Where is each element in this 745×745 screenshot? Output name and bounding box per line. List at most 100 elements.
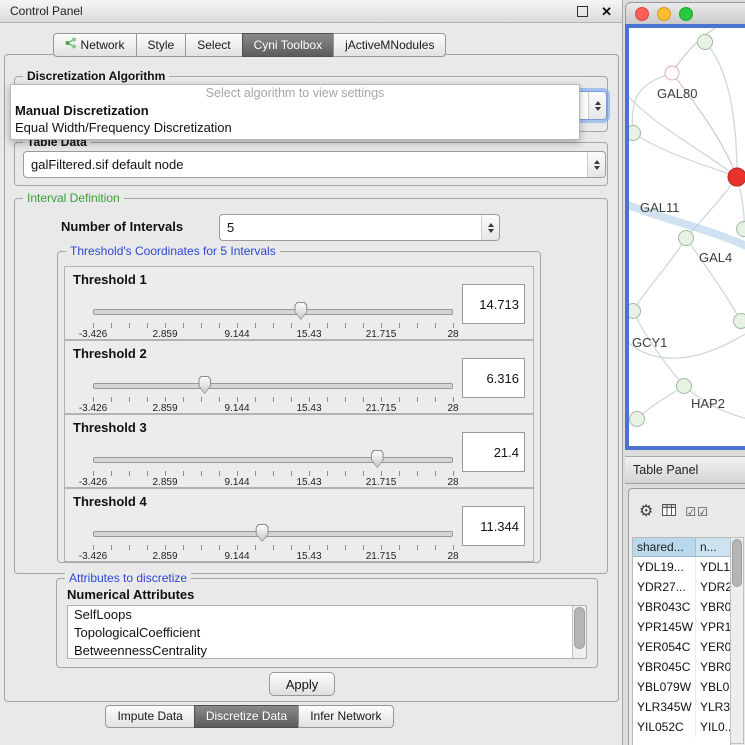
table-row[interactable]: YIL052CYIL0... — [633, 717, 730, 737]
screen: Control Panel ✕ Network Style Select — [0, 0, 745, 745]
tab-label: Infer Network — [310, 709, 381, 723]
threshold-slider[interactable] — [93, 375, 453, 395]
network-node[interactable] — [678, 230, 694, 246]
table-cell[interactable]: YDL1... — [696, 557, 730, 577]
column-header[interactable]: n... — [696, 538, 730, 556]
slider-track[interactable] — [93, 309, 453, 315]
list-scrollbar[interactable] — [572, 606, 586, 658]
network-node[interactable] — [733, 313, 745, 329]
network-node[interactable] — [736, 221, 745, 237]
slider-track[interactable] — [93, 457, 453, 463]
slider-track[interactable] — [93, 383, 453, 389]
table-cell[interactable]: YBR045C — [633, 657, 696, 677]
table-cell[interactable]: YPR145W — [633, 617, 696, 637]
number-of-intervals-combobox[interactable]: 5 — [219, 214, 500, 241]
table-cell[interactable]: YER0... — [696, 637, 730, 657]
zoom-traffic-light-icon[interactable] — [679, 7, 693, 21]
network-node[interactable] — [728, 168, 745, 187]
scrollbar-thumb[interactable] — [732, 539, 742, 587]
slider-thumb[interactable] — [371, 450, 384, 468]
slider-track[interactable] — [93, 531, 453, 537]
control-panel-window: Control Panel ✕ Network Style Select — [0, 0, 623, 745]
table-cell[interactable]: YLR3... — [696, 697, 730, 717]
table-row[interactable]: YDL19...YDL1... — [633, 557, 730, 577]
table-cell[interactable]: YDR27... — [633, 577, 696, 597]
threshold-label: Threshold 1 — [73, 272, 147, 287]
table-cell[interactable]: YDL19... — [633, 557, 696, 577]
table-row[interactable]: YLR345WYLR3... — [633, 697, 730, 717]
scrollbar-thumb[interactable] — [574, 607, 585, 649]
threshold-slider[interactable] — [93, 523, 453, 543]
table-columns-icon[interactable] — [662, 503, 676, 521]
slider-thumb[interactable] — [294, 302, 307, 320]
numerical-attributes-list[interactable]: SelfLoopsTopologicalCoefficientBetweenne… — [67, 605, 587, 659]
combobox-arrows-icon[interactable] — [481, 215, 499, 240]
tab-infer-network[interactable]: Infer Network — [298, 705, 393, 728]
threshold-value-field[interactable]: 14.713 — [462, 284, 525, 324]
table-data-group: Table Data galFiltered.sif default node — [14, 142, 608, 186]
threshold-label: Threshold 2 — [73, 346, 147, 361]
checkbox-select-icons[interactable]: ☑☑ — [685, 505, 709, 519]
attribute-list-item[interactable]: BetweennessCentrality — [68, 642, 586, 659]
table-panel-window: ⚙ ☑☑ shared... n... YDL19...YDL1...YDR27… — [628, 488, 745, 745]
bottom-tab-bar: Impute Data Discretize Data Infer Networ… — [0, 705, 499, 728]
combobox-arrows-icon[interactable] — [588, 92, 606, 119]
threshold-slider[interactable] — [93, 449, 453, 469]
close-traffic-light-icon[interactable] — [635, 7, 649, 21]
float-window-icon[interactable] — [577, 6, 588, 17]
network-node[interactable] — [697, 34, 713, 50]
table-cell[interactable]: YIL0... — [696, 717, 730, 737]
gear-icon[interactable]: ⚙ — [639, 504, 653, 520]
table-cell[interactable]: YBL0... — [696, 677, 730, 697]
table-row[interactable]: YBR045CYBR0... — [633, 657, 730, 677]
tab-discretize-data[interactable]: Discretize Data — [194, 705, 299, 728]
threshold-value-field[interactable]: 21.4 — [462, 432, 525, 472]
attributes-group-title: Attributes to discretize — [65, 571, 191, 585]
table-row[interactable]: YPR145WYPR1... — [633, 617, 730, 637]
table-cell[interactable]: YBL079W — [633, 677, 696, 697]
table-cell[interactable]: YLR345W — [633, 697, 696, 717]
table-cell[interactable]: YBR0... — [696, 657, 730, 677]
table-row[interactable]: YER054CYER0... — [633, 637, 730, 657]
tab-cyni-toolbox[interactable]: Cyni Toolbox — [242, 33, 334, 57]
table-cell[interactable]: YPR1... — [696, 617, 730, 637]
table-row[interactable]: YBL079WYBL0... — [633, 677, 730, 697]
tab-select[interactable]: Select — [185, 33, 242, 57]
network-node[interactable] — [665, 66, 680, 81]
scale-tick-label: 28 — [447, 477, 458, 488]
combobox-arrows-icon[interactable] — [587, 152, 605, 177]
threshold-slider[interactable] — [93, 301, 453, 321]
threshold-value-field[interactable]: 6.316 — [462, 358, 525, 398]
interval-definition-title: Interval Definition — [23, 191, 124, 205]
table-data-combobox[interactable]: galFiltered.sif default node — [23, 151, 606, 178]
table-cell[interactable]: YBR043C — [633, 597, 696, 617]
minimize-traffic-light-icon[interactable] — [657, 7, 671, 21]
dropdown-placeholder-item[interactable]: Select algorithm to view settings — [11, 85, 579, 102]
slider-ticks — [93, 545, 454, 550]
table-cell[interactable]: YER054C — [633, 637, 696, 657]
dropdown-item-equal-width[interactable]: Equal Width/Frequency Discretization — [11, 119, 579, 136]
table-scrollbar[interactable] — [730, 537, 744, 744]
tab-impute-data[interactable]: Impute Data — [105, 705, 194, 728]
attribute-list-item[interactable]: SelfLoops — [68, 606, 586, 624]
threshold-value-field[interactable]: 11.344 — [462, 506, 525, 546]
close-icon[interactable]: ✕ — [601, 5, 612, 18]
slider-thumb[interactable] — [198, 376, 211, 394]
network-canvas[interactable]: GAL80GAL11GAL4GCY1HAP2 — [629, 28, 745, 446]
tab-jactivemnodules[interactable]: jActiveMNodules — [333, 33, 446, 57]
table-cell[interactable]: YIL052C — [633, 717, 696, 737]
tab-network[interactable]: Network — [53, 33, 137, 57]
dropdown-item-manual-discretization[interactable]: Manual Discretization — [11, 102, 579, 119]
table-cell[interactable]: YDR2... — [696, 577, 730, 597]
network-node[interactable] — [676, 378, 692, 394]
table-row[interactable]: YBR043CYBR0... — [633, 597, 730, 617]
table-cell[interactable]: YBR0... — [696, 597, 730, 617]
slider-scale-labels: -3.4262.8599.14415.4321.71528 — [93, 551, 453, 562]
attribute-list-item[interactable]: TopologicalCoefficient — [68, 624, 586, 642]
network-node[interactable] — [629, 411, 645, 427]
slider-thumb[interactable] — [256, 524, 269, 542]
apply-button[interactable]: Apply — [269, 672, 335, 696]
tab-style[interactable]: Style — [136, 33, 187, 57]
column-header[interactable]: shared... — [633, 538, 696, 556]
table-row[interactable]: YDR27...YDR2... — [633, 577, 730, 597]
